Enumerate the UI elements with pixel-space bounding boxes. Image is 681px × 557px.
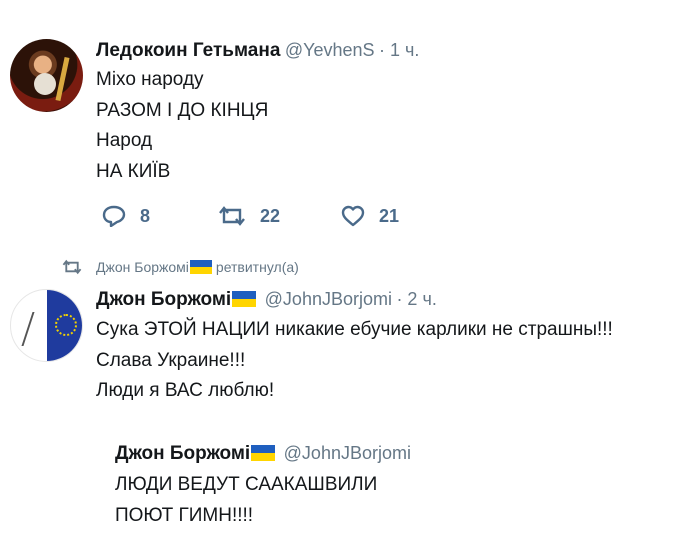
quoted-tweet-header[interactable]: Джон Боржомі @JohnJBorjomi (115, 443, 411, 465)
author-handle[interactable]: @JohnJBorjomi (265, 289, 392, 309)
retweet-notice: Джон Боржомі ретвитнул(а) (62, 259, 299, 275)
author-name[interactable]: Ледокоин Гетьмана (96, 40, 280, 61)
tweet-text: Міхо народу РАЗОМ І ДО КІНЦЯ Народ НА КИ… (96, 65, 268, 187)
retweet-action-label: ретвитнул(а) (215, 259, 299, 275)
retweet-count: 22 (260, 205, 281, 226)
avatar-eu-stars (55, 314, 77, 336)
quoted-author-name[interactable]: Джон Боржомі (115, 443, 250, 464)
quoted-line: ПОЮТ ГИМН!!!! (115, 504, 254, 526)
tweet-line: Сука ЭТОЙ НАЦИИ никакие ебучие карлики н… (96, 319, 613, 340)
avatar[interactable] (10, 289, 83, 362)
author-name[interactable]: Джон Боржомі (96, 289, 231, 310)
like-count: 21 (379, 205, 400, 226)
tweet-header: Ледокоин Гетьмана @YevhenS · 1 ч. (96, 40, 419, 62)
tweet-time[interactable]: · 2 ч. (396, 289, 436, 309)
tweet-time[interactable]: · 1 ч. (379, 40, 419, 60)
tweet-line: Слава Украине!!! (96, 349, 246, 371)
tweet-line: Міхо народу (96, 69, 204, 90)
retweet-button[interactable]: 22 (218, 205, 280, 227)
retweet-icon (62, 259, 82, 275)
quoted-line: ЛЮДИ ВЕДУТ СААКАШВИЛИ (115, 474, 378, 495)
tweet-header: Джон Боржомі @JohnJBorjomi · 2 ч. (96, 289, 437, 311)
tweet-line: Народ (96, 130, 153, 151)
flag-ukraine-icon (251, 445, 276, 461)
tweet-line: РАЗОМ І ДО КІНЦЯ (96, 99, 269, 121)
author-handle[interactable]: @YevhenS (285, 40, 375, 60)
reply-count: 8 (140, 205, 151, 226)
quoted-author-handle[interactable]: @JohnJBorjomi (284, 443, 411, 463)
tweet-line: НА КИЇВ (96, 160, 171, 182)
avatar-staff (55, 56, 70, 102)
flag-ukraine-icon (189, 260, 212, 274)
reply-icon (102, 205, 126, 227)
tweet-line: Люди я ВАС люблю! (96, 380, 275, 401)
avatar-beard (34, 73, 56, 95)
reply-button[interactable]: 8 (102, 205, 150, 227)
like-button[interactable]: 21 (341, 205, 399, 227)
tweet-text: Сука ЭТОЙ НАЦИИ никакие ебучие карлики н… (96, 315, 613, 407)
avatar[interactable] (10, 39, 83, 112)
flag-ukraine-icon (232, 291, 257, 307)
retweet-icon (219, 206, 245, 226)
quoted-tweet-text[interactable]: ЛЮДИ ВЕДУТ СААКАШВИЛИ ПОЮТ ГИМН!!!! (115, 470, 377, 531)
like-icon (341, 205, 365, 227)
retweeter-name[interactable]: Джон Боржомі (96, 259, 189, 275)
